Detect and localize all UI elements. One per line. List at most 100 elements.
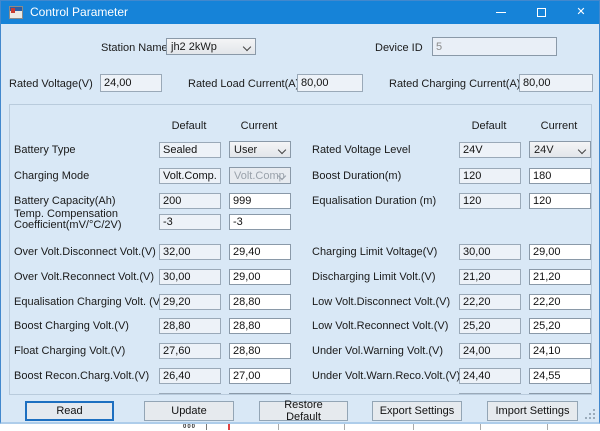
- current-value-field-left-6[interactable]: [229, 294, 291, 310]
- param-label-left-0: Battery Type: [14, 144, 76, 156]
- rated-voltage-field: [100, 74, 162, 92]
- current-value-field-left-10[interactable]: [229, 393, 291, 395]
- minimize-icon: [496, 12, 506, 13]
- param-label-left-8: Float Charging Volt.(V): [14, 345, 125, 357]
- titlebar[interactable]: Control Parameter ✕: [1, 1, 599, 24]
- current-value-combo-right-0[interactable]: 24V: [529, 141, 591, 158]
- current-value-field-left-2[interactable]: [229, 193, 291, 209]
- default-value-field-right-1: [459, 168, 521, 184]
- param-label-right-8: Under Volt.Warn.Reco.Volt.(V): [312, 370, 460, 382]
- axis-tick: [547, 423, 548, 430]
- current-value-field-right-8[interactable]: [529, 368, 591, 384]
- param-label-left-6: Equalisation Charging Volt. (V): [14, 296, 164, 308]
- combo-value: 24V: [534, 144, 554, 156]
- app-icon: [9, 6, 23, 19]
- current-value-field-left-8[interactable]: [229, 343, 291, 359]
- param-label-left-2: Battery Capacity(Ah): [14, 195, 115, 207]
- rated-charging-current-label: Rated Charging Current(A): [389, 78, 520, 90]
- axis-tick: [278, 423, 279, 430]
- param-label-right-1: Boost Duration(m): [312, 170, 401, 182]
- chevron-down-icon: [243, 43, 251, 51]
- column-header-default: Default: [150, 120, 228, 132]
- current-value-field-right-6[interactable]: [529, 318, 591, 334]
- default-value-field-right-4: [459, 269, 521, 285]
- axis-tick: [480, 423, 481, 430]
- control-parameter-dialog: Control Parameter ✕ Station Name jh2 2kW…: [0, 0, 600, 424]
- rated-charging-current-field: [519, 74, 593, 92]
- param-label-left-5: Over Volt.Reconnect Volt.(V): [14, 271, 154, 283]
- default-value-field-left-4: [159, 244, 221, 260]
- current-value-field-right-1[interactable]: [529, 168, 591, 184]
- default-value-field-left-7: [159, 318, 221, 334]
- param-label-left-1: Charging Mode: [14, 170, 89, 182]
- current-value-field-left-9[interactable]: [229, 368, 291, 384]
- screen: 000 Control Parameter ✕ Station Name jh2…: [0, 0, 600, 431]
- resize-grip[interactable]: [593, 417, 595, 419]
- chevron-down-icon: [578, 146, 586, 154]
- current-value-field-left-4[interactable]: [229, 244, 291, 260]
- param-label-right-3: Charging Limit Voltage(V): [312, 246, 437, 258]
- axis-tick: [344, 423, 345, 430]
- current-value-field-right-3[interactable]: [529, 244, 591, 260]
- param-label-right-4: Discharging Limit Volt.(V): [312, 271, 436, 283]
- default-value-field-left-3: [159, 214, 221, 230]
- param-label-left-4: Over Volt.Disconnect Volt.(V): [14, 246, 156, 258]
- current-value-field-right-4[interactable]: [529, 269, 591, 285]
- current-value-field-left-7[interactable]: [229, 318, 291, 334]
- param-label-right-2: Equalisation Duration (m): [312, 195, 436, 207]
- restore-default-button[interactable]: Restore Default: [259, 401, 348, 421]
- column-header-current: Current: [220, 120, 298, 132]
- maximize-button[interactable]: [521, 1, 561, 24]
- default-value-field-left-5: [159, 269, 221, 285]
- default-value-field-left-1: [159, 168, 221, 184]
- param-label-right-7: Under Vol.Warning Volt.(V): [312, 345, 443, 357]
- close-icon: ✕: [576, 7, 585, 18]
- axis-tick: [206, 423, 207, 430]
- background-partial-text: 000: [183, 424, 196, 430]
- default-value-field-right-6: [459, 318, 521, 334]
- parameters-groupbox: Default Current Default Current Battery …: [9, 104, 592, 395]
- rated-load-current-field: [297, 74, 363, 92]
- current-value-field-right-5[interactable]: [529, 294, 591, 310]
- default-value-field-right-2: [459, 193, 521, 209]
- default-value-field-left-8: [159, 343, 221, 359]
- default-value-field-right-8: [459, 368, 521, 384]
- default-value-field-right-5: [459, 294, 521, 310]
- axis-tick-red: [228, 423, 230, 430]
- current-value-combo-left-0[interactable]: User: [229, 141, 291, 158]
- param-label-left-3: Temp. Compensation Coefficient(mV/°C/2V): [14, 209, 156, 231]
- default-value-field-left-2: [159, 193, 221, 209]
- update-button[interactable]: Update: [144, 401, 234, 421]
- current-value-field-right-7[interactable]: [529, 343, 591, 359]
- current-value-field-right-2[interactable]: [529, 193, 591, 209]
- combo-value: User: [234, 144, 257, 156]
- axis-tick: [413, 423, 414, 430]
- station-name-label: Station Name: [101, 42, 168, 54]
- default-value-field-left-6: [159, 294, 221, 310]
- current-value-field-left-3[interactable]: [229, 214, 291, 230]
- chevron-down-icon: [278, 146, 286, 154]
- background-window-edge: 000: [0, 423, 600, 431]
- export-settings-button[interactable]: Export Settings: [372, 401, 462, 421]
- rated-load-current-label: Rated Load Current(A): [188, 78, 299, 90]
- device-id-label: Device ID: [375, 42, 423, 54]
- station-name-combo[interactable]: jh2 2kWp: [166, 38, 256, 55]
- default-value-field-right-3: [459, 244, 521, 260]
- import-settings-button[interactable]: Import Settings: [487, 401, 578, 421]
- read-button[interactable]: Read: [25, 401, 114, 421]
- column-header-default: Default: [450, 120, 528, 132]
- default-value-field-left-9: [159, 368, 221, 384]
- column-header-current: Current: [520, 120, 592, 132]
- minimize-button[interactable]: [481, 1, 521, 24]
- default-value-field-left-0: [159, 142, 221, 158]
- default-value-field-right-7: [459, 343, 521, 359]
- station-name-value: jh2 2kWp: [171, 41, 217, 53]
- current-value-field-right-9[interactable]: [529, 393, 591, 395]
- close-button[interactable]: ✕: [561, 1, 600, 24]
- device-id-field: [432, 37, 557, 56]
- current-value-combo-left-1: Volt.Comp: [229, 167, 291, 184]
- default-value-field-right-9: [459, 393, 521, 395]
- window-title: Control Parameter: [30, 5, 128, 19]
- current-value-field-left-5[interactable]: [229, 269, 291, 285]
- maximize-icon: [537, 8, 546, 17]
